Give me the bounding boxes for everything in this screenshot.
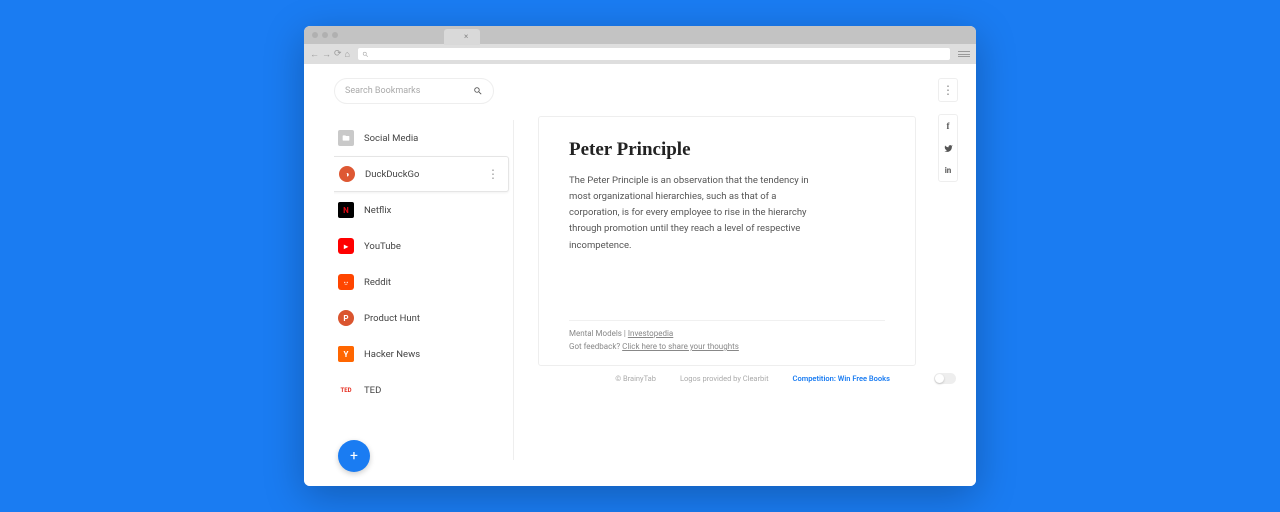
menu-icon[interactable]	[958, 48, 970, 60]
copyright: © BrainyTab	[615, 374, 656, 383]
site-icon: ◑	[339, 166, 355, 182]
search-icon	[362, 51, 369, 58]
reload-icon[interactable]: ⟳	[334, 49, 342, 59]
bookmark-label: Netflix	[364, 205, 391, 216]
more-vertical-icon: ⋮	[942, 83, 954, 97]
bookmark-item[interactable]: N Netflix	[334, 192, 513, 228]
options-button[interactable]: ⋮	[938, 78, 958, 102]
bookmark-item[interactable]: TED TED	[334, 372, 513, 408]
main-panel: ⋮ f in Peter Principle The Peter Princip…	[514, 64, 976, 486]
bookmark-item[interactable]: ▸ YouTube	[334, 228, 513, 264]
bookmark-label: DuckDuckGo	[365, 169, 419, 180]
forward-icon[interactable]: →	[322, 49, 331, 60]
feedback-label: Got feedback?	[569, 342, 622, 351]
source-link[interactable]: Investopedia	[628, 329, 673, 338]
folder-icon	[338, 130, 354, 146]
linkedin-icon[interactable]: in	[939, 159, 957, 181]
bookmark-label: YouTube	[364, 241, 401, 252]
bookmark-item[interactable]: Y Hacker News	[334, 336, 513, 372]
close-icon[interactable]: ×	[464, 32, 468, 41]
bookmark-label: Product Hunt	[364, 313, 420, 324]
search-input[interactable]: Search Bookmarks	[334, 78, 494, 104]
app-footer: © BrainyTab Logos provided by Clearbit C…	[514, 366, 976, 390]
sidebar: Search Bookmarks Social Media ◑ DuckDuck…	[304, 64, 514, 486]
site-icon	[338, 274, 354, 290]
content-card: Peter Principle The Peter Principle is a…	[538, 116, 916, 366]
window-controls[interactable]	[304, 32, 338, 38]
browser-window: × ← → ⟳ ⌂ Search Bookmarks Soci	[304, 26, 976, 486]
site-icon: N	[338, 202, 354, 218]
site-icon: P	[338, 310, 354, 326]
source-category: Mental Models	[569, 329, 622, 338]
bookmark-label: Hacker News	[364, 349, 420, 360]
bookmark-item[interactable]: P Product Hunt	[334, 300, 513, 336]
site-icon: Y	[338, 346, 354, 362]
bookmark-list: Social Media ◑ DuckDuckGo ⋮ N Netflix ▸ …	[334, 120, 514, 460]
card-title: Peter Principle	[569, 139, 885, 161]
card-body: The Peter Principle is an observation th…	[569, 173, 829, 254]
browser-toolbar: ← → ⟳ ⌂	[304, 44, 976, 64]
share-panel: f in	[938, 114, 958, 182]
twitter-icon[interactable]	[939, 137, 957, 159]
bookmark-label: Social Media	[364, 133, 418, 144]
app-content: Search Bookmarks Social Media ◑ DuckDuck…	[304, 64, 976, 486]
bookmark-item[interactable]: ◑ DuckDuckGo ⋮	[334, 156, 509, 192]
credits: Logos provided by Clearbit	[680, 374, 769, 383]
site-icon: TED	[338, 382, 354, 398]
bookmark-item[interactable]: Reddit	[334, 264, 513, 300]
facebook-icon[interactable]: f	[939, 115, 957, 137]
feedback-link[interactable]: Click here to share your thoughts	[622, 342, 739, 351]
search-placeholder: Search Bookmarks	[345, 86, 420, 96]
bookmark-folder[interactable]: Social Media	[334, 120, 513, 156]
back-icon[interactable]: ←	[310, 49, 319, 60]
browser-tab[interactable]	[444, 29, 480, 45]
card-footer: Mental Models | Investopedia Got feedbac…	[569, 320, 885, 351]
plus-icon: +	[350, 448, 358, 464]
theme-toggle[interactable]	[934, 373, 956, 384]
bookmark-label: Reddit	[364, 277, 391, 288]
more-icon[interactable]: ⋮	[487, 167, 498, 181]
address-bar[interactable]	[358, 48, 950, 60]
home-icon[interactable]: ⌂	[345, 49, 350, 60]
search-icon	[473, 86, 483, 96]
window-titlebar: ×	[304, 26, 976, 44]
add-button[interactable]: +	[338, 440, 370, 472]
bookmark-label: TED	[364, 385, 381, 396]
site-icon: ▸	[338, 238, 354, 254]
promo-link[interactable]: Competition: Win Free Books	[793, 374, 890, 383]
